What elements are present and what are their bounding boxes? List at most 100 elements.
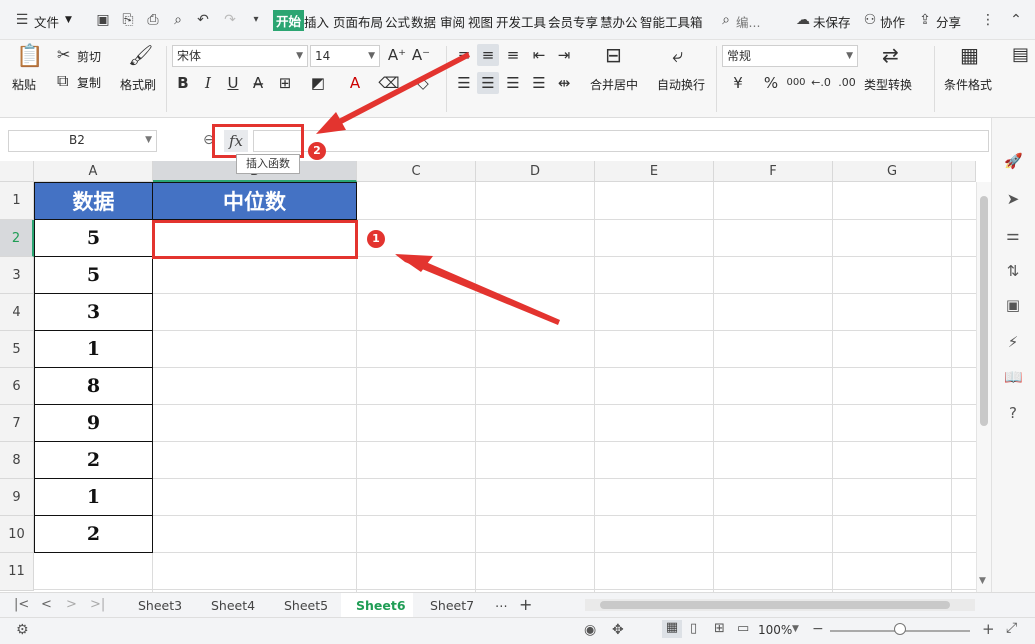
- rocket-icon[interactable]: 🚀: [1004, 152, 1023, 170]
- tab-sheet7[interactable]: Sheet7: [430, 598, 474, 613]
- select-all-corner[interactable]: [0, 161, 34, 182]
- merge-center-button[interactable]: 合并居中: [590, 76, 638, 93]
- tab-formula[interactable]: 公式: [385, 12, 410, 31]
- cell-b1[interactable]: 中位数: [152, 182, 357, 220]
- first-sheet-icon[interactable]: |<: [14, 597, 29, 612]
- cell-a9[interactable]: 1: [34, 479, 153, 516]
- number-format-select[interactable]: 常规 ▼: [722, 45, 858, 67]
- share-button[interactable]: 分享: [936, 12, 961, 31]
- image-icon[interactable]: ▣: [1004, 296, 1022, 314]
- currency-icon[interactable]: ¥: [727, 72, 749, 94]
- last-sheet-icon[interactable]: >|: [90, 597, 105, 612]
- thousands-button[interactable]: 000: [785, 72, 807, 94]
- font-name-select[interactable]: 宋体 ▼: [172, 45, 308, 67]
- undo-icon[interactable]: ↶: [195, 12, 211, 28]
- eye-icon[interactable]: ◉: [584, 622, 596, 638]
- column-header-d[interactable]: D: [476, 161, 595, 182]
- format-painter-button[interactable]: 格式刷: [120, 76, 156, 93]
- type-convert-icon[interactable]: ⇄: [882, 45, 899, 65]
- prev-sheet-icon[interactable]: <: [41, 597, 52, 612]
- increase-decimal-icon[interactable]: ←.0: [810, 72, 832, 94]
- merge-center-icon[interactable]: ⊟: [605, 45, 622, 65]
- row-header-11[interactable]: 11: [0, 553, 34, 591]
- cell-mode-icon[interactable]: ✥: [612, 622, 624, 638]
- quick-access-more-icon[interactable]: ▾: [248, 12, 264, 28]
- row-header-6[interactable]: 6: [0, 368, 34, 405]
- horizontal-scrollbar[interactable]: [585, 599, 975, 611]
- column-header-c[interactable]: C: [357, 161, 476, 182]
- fill-down-icon[interactable]: ▤: [1012, 46, 1029, 64]
- sort-icon[interactable]: ⇅: [1004, 262, 1022, 280]
- chevron-down-icon[interactable]: ▼: [65, 15, 72, 25]
- cell-a1[interactable]: 数据: [34, 182, 153, 220]
- tab-sheet4[interactable]: Sheet4: [211, 598, 255, 613]
- tab-review[interactable]: 审阅: [440, 12, 465, 31]
- indent-decrease-icon[interactable]: ⇤: [528, 44, 550, 66]
- copy-icon[interactable]: ⧉: [57, 72, 68, 90]
- underline-button[interactable]: U: [222, 72, 244, 94]
- tab-home[interactable]: 开始: [273, 10, 305, 31]
- format-painter-icon[interactable]: 🖌: [128, 45, 153, 65]
- eraser-icon[interactable]: ◇: [412, 72, 434, 94]
- cell-a8[interactable]: 2: [34, 442, 153, 479]
- add-sheet-button[interactable]: +: [519, 595, 532, 614]
- tab-sheet6[interactable]: Sheet6: [356, 598, 406, 613]
- fill-color-icon[interactable]: ◩: [307, 72, 329, 94]
- lightning-icon[interactable]: ⚡: [1004, 333, 1022, 351]
- name-box[interactable]: B2 ▼: [8, 130, 157, 152]
- page-break-view-icon[interactable]: ⊞: [714, 621, 725, 636]
- zoom-level[interactable]: 100%: [758, 623, 792, 637]
- align-middle-icon[interactable]: ≡: [477, 44, 499, 66]
- distribute-icon[interactable]: ⇹: [553, 72, 575, 94]
- sliders-icon[interactable]: ⚌: [1004, 226, 1022, 244]
- tab-data[interactable]: 数据: [411, 12, 436, 31]
- collab-button[interactable]: 协作: [880, 12, 905, 31]
- normal-view-icon[interactable]: ▦: [662, 620, 682, 638]
- more-sheets-button[interactable]: ⋯: [495, 598, 508, 613]
- formula-input[interactable]: [253, 130, 989, 152]
- decrease-font-icon[interactable]: A⁻: [410, 44, 432, 66]
- more-icon[interactable]: ⋮: [980, 12, 996, 28]
- cell-a5[interactable]: 1: [34, 331, 153, 368]
- tab-insert[interactable]: 插入: [304, 12, 329, 31]
- fullscreen-icon[interactable]: ⤢: [1006, 620, 1017, 636]
- file-menu[interactable]: 文件: [34, 12, 59, 31]
- type-convert-button[interactable]: 类型转换: [864, 76, 912, 93]
- next-sheet-icon[interactable]: >: [66, 597, 77, 612]
- search-icon[interactable]: ⌕: [718, 12, 734, 28]
- wrap-text-button[interactable]: 自动换行: [657, 76, 705, 93]
- vertical-scrollbar[interactable]: ▼: [976, 182, 991, 592]
- row-header-5[interactable]: 5: [0, 331, 34, 368]
- help-icon[interactable]: ?: [1004, 404, 1022, 422]
- cell-a3[interactable]: 5: [34, 257, 153, 294]
- bold-button[interactable]: B: [172, 72, 194, 94]
- percent-button[interactable]: %: [760, 72, 782, 94]
- tab-sheet5[interactable]: Sheet5: [284, 598, 328, 613]
- collapse-ribbon-icon[interactable]: ⌃: [1008, 12, 1024, 28]
- align-right-icon[interactable]: ☰: [502, 72, 524, 94]
- chevron-down-icon[interactable]: ▼: [145, 135, 152, 145]
- increase-font-icon[interactable]: A⁺: [386, 44, 408, 66]
- copy-button[interactable]: 复制: [77, 74, 101, 91]
- row-header-7[interactable]: 7: [0, 405, 34, 442]
- column-header-g[interactable]: G: [833, 161, 952, 182]
- cell-a10[interactable]: 2: [34, 516, 153, 553]
- column-header-e[interactable]: E: [595, 161, 714, 182]
- conditional-format-button[interactable]: 条件格式: [944, 76, 992, 93]
- font-size-select[interactable]: 14 ▼: [310, 45, 380, 67]
- align-left-icon[interactable]: ☰: [453, 72, 475, 94]
- conditional-format-icon[interactable]: ▦: [960, 45, 979, 65]
- cell-a2[interactable]: 5: [34, 220, 153, 257]
- book-icon[interactable]: 📖: [1004, 368, 1023, 386]
- paste-icon[interactable]: 📋: [16, 46, 43, 68]
- align-top-icon[interactable]: ≡: [453, 44, 475, 66]
- indent-increase-icon[interactable]: ⇥: [553, 44, 575, 66]
- row-header-2[interactable]: 2: [0, 220, 34, 257]
- paste-button[interactable]: 粘贴: [12, 76, 36, 93]
- align-bottom-icon[interactable]: ≡: [502, 44, 524, 66]
- border-icon[interactable]: ⊞: [274, 72, 296, 94]
- decrease-decimal-icon[interactable]: .00: [836, 72, 858, 94]
- cell-a4[interactable]: 3: [34, 294, 153, 331]
- align-center-icon[interactable]: ☰: [477, 72, 499, 94]
- scroll-down-icon[interactable]: ▼: [979, 576, 986, 586]
